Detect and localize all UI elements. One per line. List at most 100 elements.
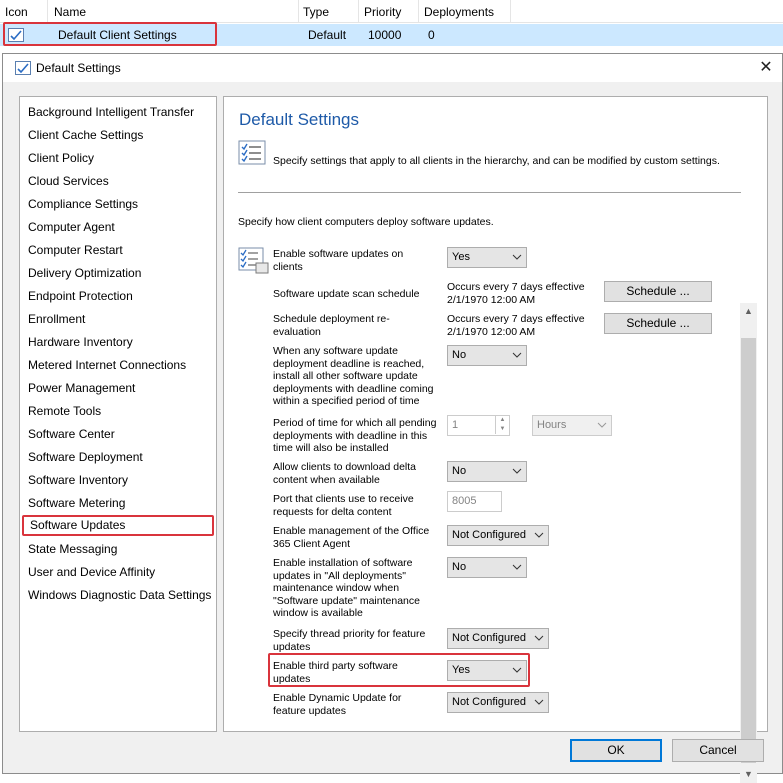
nav-item[interactable]: State Messaging (28, 542, 117, 556)
nav-item[interactable]: Client Cache Settings (28, 128, 143, 142)
column-separator[interactable] (418, 0, 419, 22)
nav-item[interactable]: Endpoint Protection (28, 289, 133, 303)
dialog-title: Default Settings (36, 61, 121, 75)
nav-item[interactable]: Enrollment (28, 312, 85, 326)
nav-item[interactable]: Power Management (28, 381, 135, 395)
thread-priority-dropdown[interactable]: Not Configured (447, 628, 549, 649)
chevron-down-icon (512, 564, 522, 570)
settings-nav: Background Intelligent Transfer Client C… (19, 96, 217, 732)
default-settings-dialog: Default Settings ✕ Background Intelligen… (2, 53, 783, 783)
nav-item[interactable]: Remote Tools (28, 404, 101, 418)
nav-item[interactable]: Software Metering (28, 496, 125, 510)
column-separator[interactable] (298, 0, 299, 22)
settings-scrollbar[interactable]: ▲ ▼ (740, 303, 757, 783)
row-deployments: 0 (428, 28, 435, 42)
list-header: Icon Name Type Priority Deployments (0, 0, 783, 23)
label-period: Period of time for which all pending dep… (273, 417, 437, 455)
ok-button[interactable]: OK (570, 739, 662, 762)
all-deployments-window-value: No (452, 561, 467, 573)
o365-dropdown[interactable]: Not Configured (447, 525, 549, 546)
all-deployments-window-dropdown[interactable]: No (447, 557, 527, 578)
settings-grid: Enable software updates on clients Yes S… (238, 247, 757, 733)
scroll-down-icon[interactable]: ▼ (740, 766, 757, 783)
label-dynamic-update: Enable Dynamic Update for feature update… (273, 692, 402, 717)
delta-download-value: No (452, 465, 467, 477)
chevron-down-icon (534, 532, 544, 538)
column-name[interactable]: Name (54, 5, 86, 19)
column-separator[interactable] (47, 0, 48, 22)
chevron-down-icon (534, 635, 544, 641)
nav-item[interactable]: Computer Agent (28, 220, 115, 234)
section-description: Specify how client computers deploy soft… (238, 216, 494, 228)
label-scan-schedule: Software update scan schedule (273, 288, 420, 300)
chevron-down-icon (512, 468, 522, 474)
nav-item-software-updates[interactable]: Software Updates (22, 515, 214, 536)
nav-item[interactable]: Metered Internet Connections (28, 358, 186, 372)
nav-item[interactable]: User and Device Affinity (28, 565, 155, 579)
cancel-button[interactable]: Cancel (672, 739, 764, 762)
chevron-down-icon (512, 254, 522, 260)
software-updates-icon (238, 247, 269, 274)
enable-updates-value: Yes (452, 251, 470, 263)
reeval-schedule-button[interactable]: Schedule ... (604, 313, 712, 334)
o365-value: Not Configured (452, 529, 526, 541)
client-settings-icon (15, 61, 31, 75)
nav-item[interactable]: Cloud Services (28, 174, 109, 188)
deadline-install-value: No (452, 349, 467, 361)
nav-item[interactable]: Software Inventory (28, 473, 128, 487)
nav-item[interactable]: Computer Restart (28, 243, 123, 257)
settings-content: Default Settings Specify settings that a… (223, 96, 768, 783)
delta-port-field: 8005 (447, 491, 502, 512)
dynamic-update-value: Not Configured (452, 696, 526, 708)
nav-item[interactable]: Background Intelligent Transfer (28, 105, 194, 119)
thread-priority-value: Not Configured (452, 632, 526, 644)
highlight-box (268, 653, 530, 687)
nav-item[interactable]: Software Deployment (28, 450, 143, 464)
row-type: Default (308, 28, 347, 42)
nav-item[interactable]: Client Policy (28, 151, 94, 165)
settings-list-icon (238, 140, 266, 165)
label-delta-port: Port that clients use to receive request… (273, 493, 414, 518)
row-priority: 10000 (368, 28, 402, 42)
column-separator[interactable] (510, 0, 511, 22)
reeval-schedule-value: Occurs every 7 days effective 2/1/1970 1… (447, 313, 585, 338)
deadline-install-dropdown[interactable]: No (447, 345, 527, 366)
enable-updates-dropdown[interactable]: Yes (447, 247, 527, 268)
period-unit-value: Hours (537, 419, 567, 431)
nav-item[interactable]: Compliance Settings (28, 197, 138, 211)
label-thread-priority: Specify thread priority for feature upda… (273, 628, 426, 653)
spinner-down-icon: ▼ (495, 425, 509, 434)
column-separator[interactable] (358, 0, 359, 22)
scan-schedule-button[interactable]: Schedule ... (604, 281, 712, 302)
column-deployments[interactable]: Deployments (424, 5, 494, 19)
delta-download-dropdown[interactable]: No (447, 461, 527, 482)
scan-schedule-value: Occurs every 7 days effective 2/1/1970 1… (447, 281, 585, 306)
chevron-down-icon (512, 352, 522, 358)
chevron-down-icon (597, 422, 607, 428)
column-type[interactable]: Type (303, 5, 329, 19)
label-deadline-install: When any software update deployment dead… (273, 345, 434, 408)
nav-item[interactable]: Delivery Optimization (28, 266, 141, 280)
label-reeval-schedule: Schedule deployment re-evaluation (273, 313, 390, 338)
nav-item[interactable]: Hardware Inventory (28, 335, 133, 349)
highlight-box (3, 22, 217, 46)
label-delta-download: Allow clients to download delta content … (273, 461, 417, 486)
label-all-deployments-window: Enable installation of software updates … (273, 557, 420, 620)
nav-item[interactable]: Software Center (28, 427, 115, 441)
period-value: 1 (452, 419, 459, 431)
column-icon[interactable]: Icon (5, 5, 28, 19)
dialog-titlebar[interactable]: Default Settings ✕ (3, 54, 782, 82)
period-unit-dropdown: Hours (532, 415, 612, 436)
divider (238, 192, 741, 193)
dynamic-update-dropdown[interactable]: Not Configured (447, 692, 549, 713)
period-spinner: 1 ▲ ▼ (447, 415, 510, 436)
spinner-up-icon: ▲ (495, 416, 509, 425)
page-description: Specify settings that apply to all clien… (273, 155, 720, 167)
scroll-up-icon[interactable]: ▲ (740, 303, 757, 320)
scrollbar-thumb[interactable] (741, 338, 756, 763)
chevron-down-icon (534, 699, 544, 705)
close-icon[interactable]: ✕ (756, 58, 776, 78)
nav-item[interactable]: Windows Diagnostic Data Settings (28, 588, 211, 602)
column-priority[interactable]: Priority (364, 5, 401, 19)
label-o365: Enable management of the Office 365 Clie… (273, 525, 430, 550)
